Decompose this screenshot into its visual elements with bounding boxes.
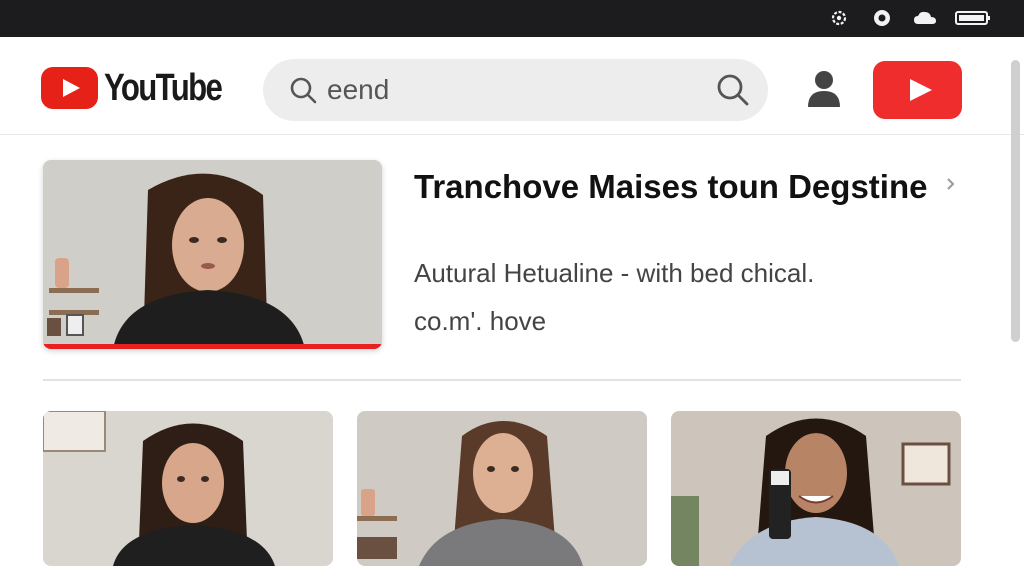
- search-submit-icon[interactable]: [716, 73, 750, 107]
- search-input[interactable]: [327, 59, 687, 121]
- chevron-right-icon[interactable]: [942, 175, 960, 195]
- video-thumbnail-2[interactable]: [357, 411, 647, 566]
- featured-video-meta: co.m'. hove: [414, 306, 547, 336]
- thumbnail-image-3: [671, 411, 961, 566]
- thumbnail-image-1: [43, 411, 333, 566]
- search-icon: [289, 76, 317, 104]
- featured-video-thumbnail[interactable]: [43, 160, 382, 349]
- featured-video-title[interactable]: Tranchove Maises toun Degstine: [414, 164, 934, 209]
- featured-video-description: Autural Hetualine - with bed chical.: [414, 258, 815, 288]
- record-icon[interactable]: [872, 9, 892, 27]
- video-thumbnail-1[interactable]: [43, 411, 333, 566]
- thumbnail-image-2: [357, 411, 647, 566]
- create-play-button[interactable]: [873, 61, 962, 119]
- search-bar[interactable]: [263, 59, 768, 121]
- account-person-icon[interactable]: [805, 69, 843, 109]
- featured-thumbnail-image: [43, 160, 382, 349]
- battery-icon: [955, 9, 991, 27]
- settings-gear-icon[interactable]: [829, 9, 849, 27]
- top-header: YouTube: [0, 37, 1024, 135]
- watch-progress-bar: [43, 344, 382, 349]
- cloud-icon[interactable]: [913, 9, 937, 27]
- youtube-logo[interactable]: YouTube: [41, 67, 247, 109]
- youtube-play-logo-icon: [41, 67, 98, 109]
- section-divider: [43, 379, 961, 381]
- logo-wordmark: YouTube: [104, 66, 223, 109]
- page-scrollbar[interactable]: [1011, 60, 1020, 342]
- system-bar: [0, 0, 1024, 37]
- video-thumbnail-3[interactable]: [671, 411, 961, 566]
